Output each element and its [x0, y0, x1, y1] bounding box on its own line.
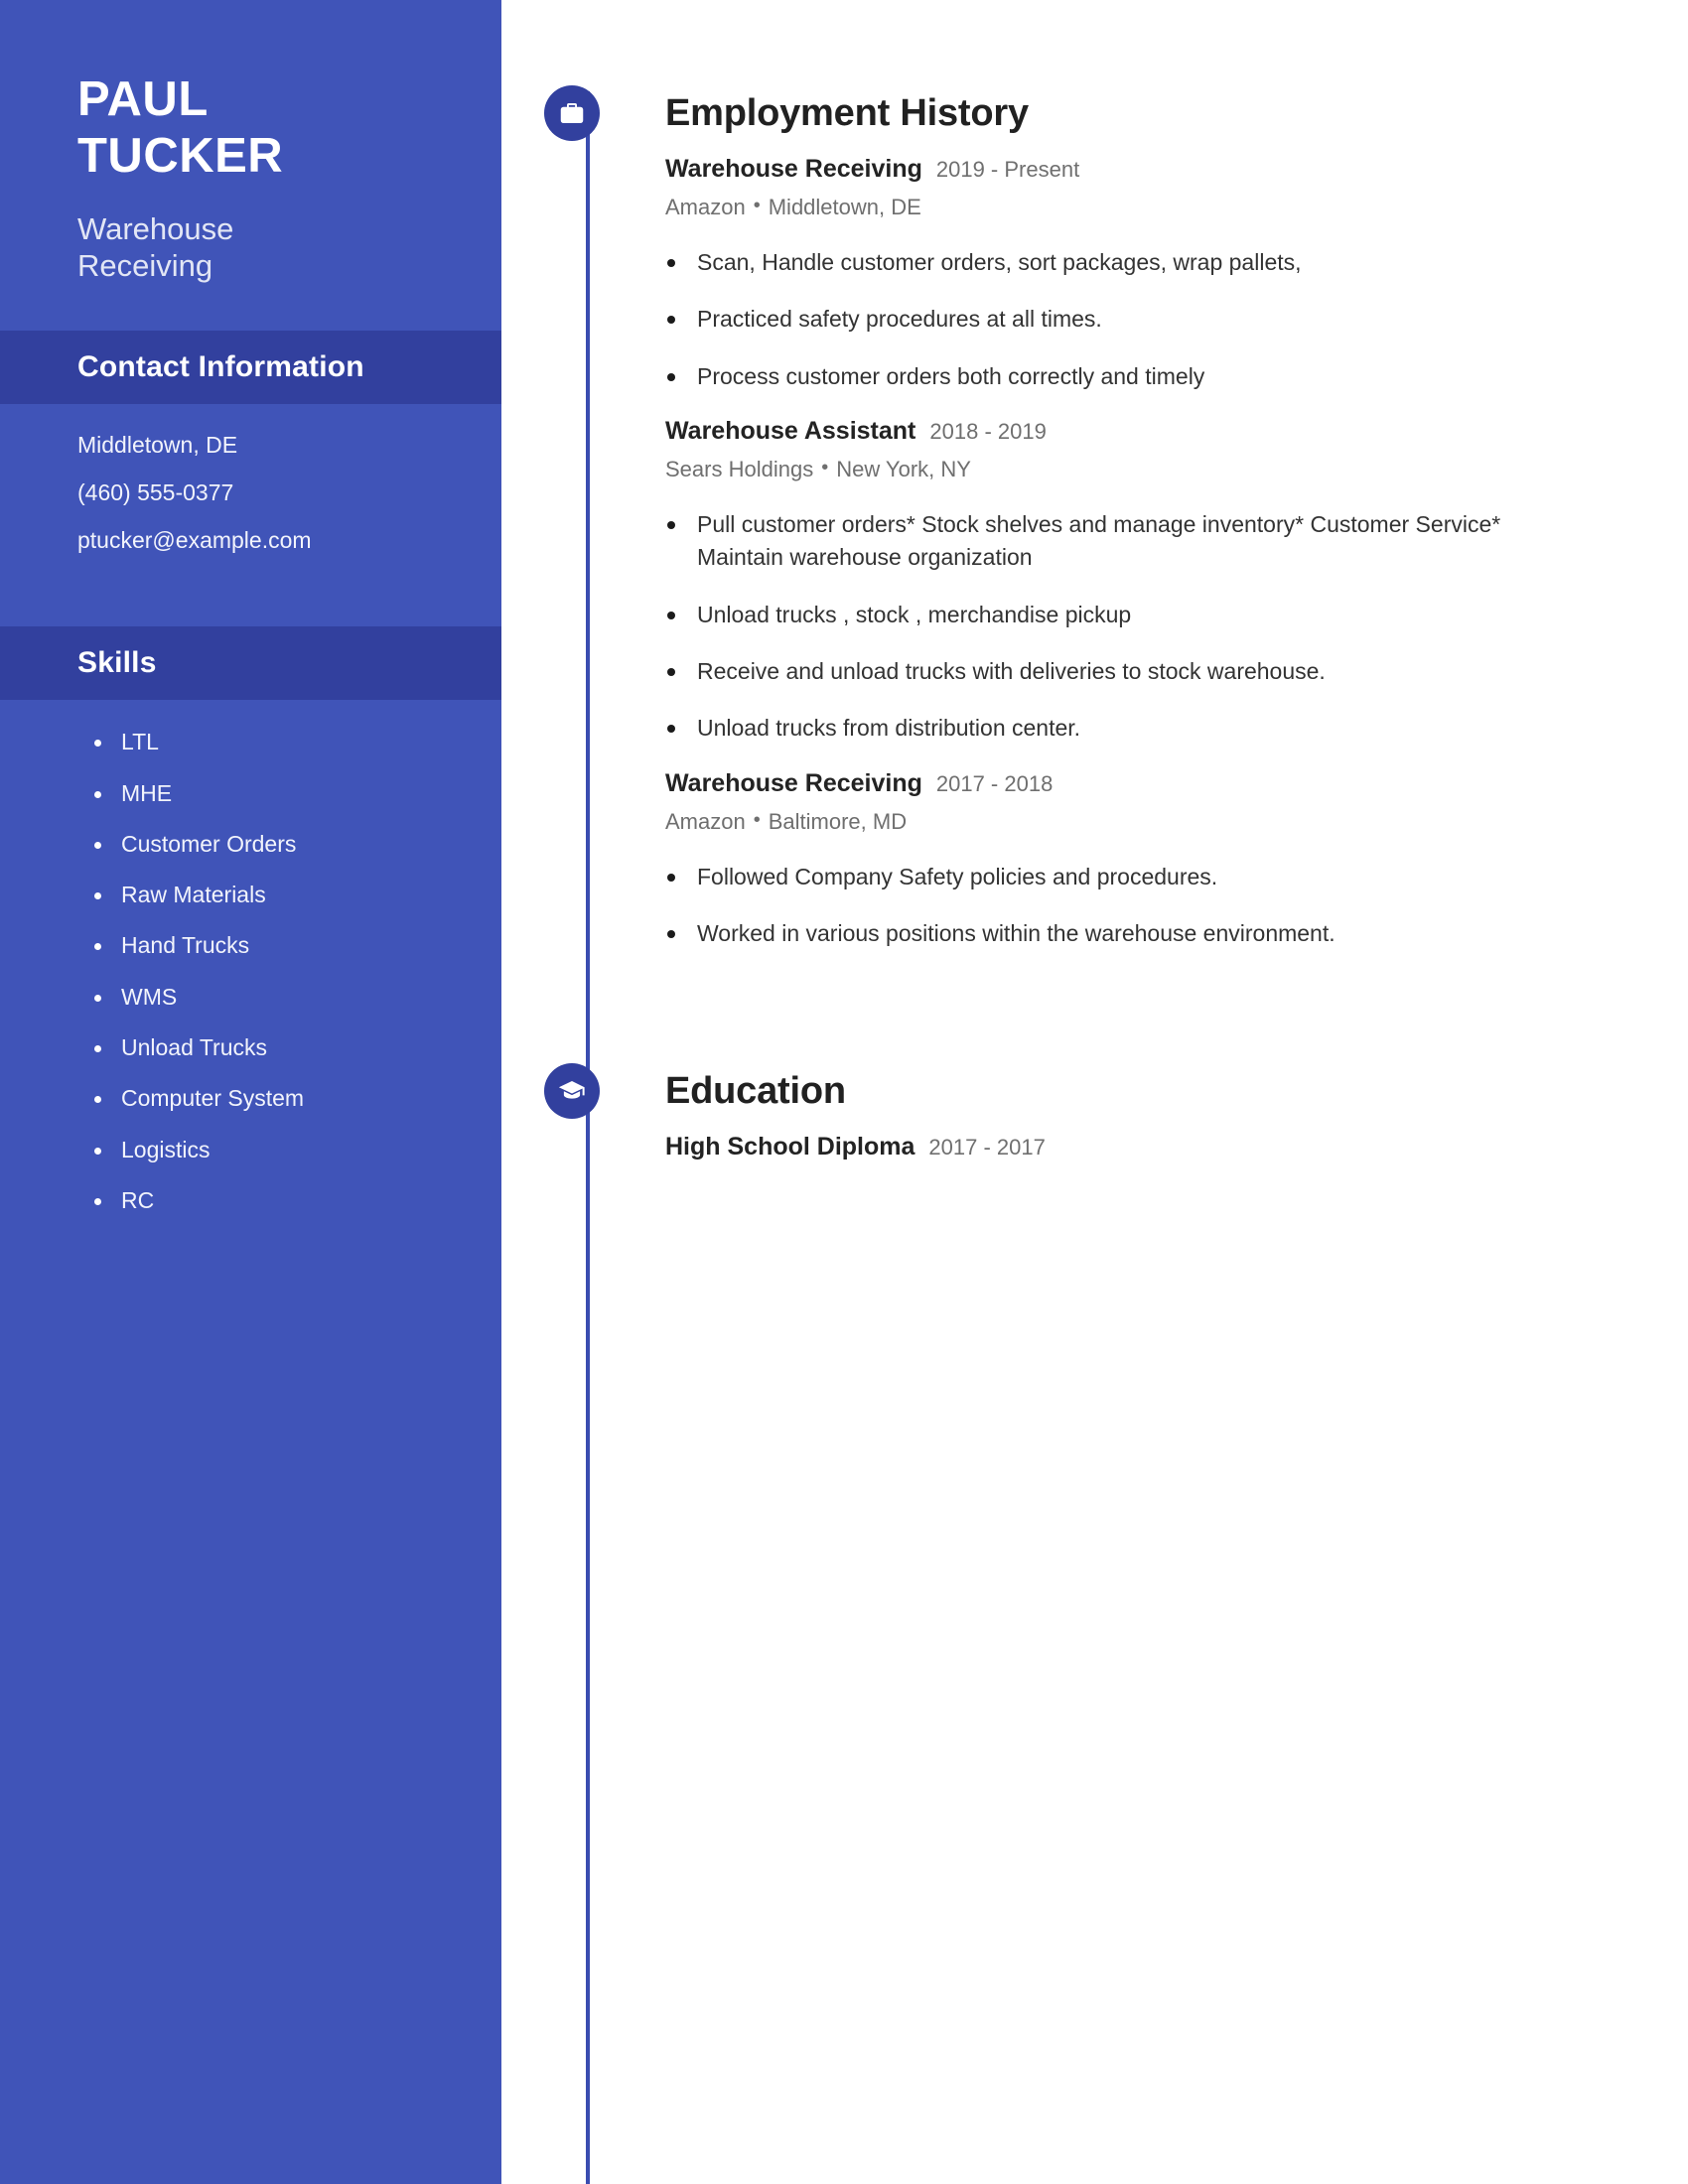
employment-entry: Warehouse Receiving 2019 - Present Amazo…: [665, 155, 1688, 393]
job-role: Warehouse Assistant: [665, 417, 916, 446]
job-dates: 2018 - 2019: [929, 419, 1047, 445]
job-meta: Amazon • Baltimore, MD: [665, 809, 1688, 835]
education-entry: High School Diploma 2017 - 2017: [665, 1133, 1688, 1161]
job-bullet: Receive and unload trucks with deliverie…: [665, 655, 1559, 688]
employment-entry: Warehouse Receiving 2017 - 2018 Amazon • B…: [665, 769, 1688, 951]
job-bullets: Followed Company Safety policies and pro…: [665, 861, 1688, 951]
job-location: Middletown, DE: [768, 195, 921, 219]
skill-item: MHE: [91, 780, 442, 806]
job-role: Warehouse Receiving: [665, 155, 922, 183]
job-bullet: Pull customer orders* Stock shelves and …: [665, 508, 1559, 575]
contact-section-header: Contact Information: [0, 331, 501, 405]
employment-history-section: Employment History Warehouse Receiving 2…: [501, 0, 1688, 950]
job-meta: Sears Holdings • New York, NY: [665, 457, 1688, 482]
skills-list: LTL MHE Customer Orders Raw Materials Ha…: [0, 700, 501, 1213]
skill-item: Raw Materials: [91, 882, 442, 907]
job-bullet: Scan, Handle customer orders, sort packa…: [665, 246, 1559, 279]
job-bullet: Worked in various positions within the w…: [665, 917, 1559, 950]
main-content: Employment History Warehouse Receiving 2…: [501, 0, 1688, 2184]
job-meta: Amazon • Middletown, DE: [665, 195, 1688, 220]
headline-title: Warehouse Receiving: [77, 210, 430, 286]
job-bullets: Scan, Handle customer orders, sort packa…: [665, 246, 1688, 393]
skill-item: Computer System: [91, 1086, 442, 1111]
contact-phone[interactable]: (460) 555-0377: [77, 481, 442, 504]
name-block: PAUL TUCKER Warehouse Receiving: [0, 0, 501, 285]
employment-section-header: Employment History: [544, 77, 1688, 149]
job-bullets: Pull customer orders* Stock shelves and …: [665, 508, 1688, 746]
entry-header: Warehouse Receiving 2019 - Present: [665, 155, 1688, 184]
job-role: Warehouse Receiving: [665, 768, 922, 797]
job-dates: 2017 - 2018: [935, 770, 1054, 796]
headline-line-2: Receiving: [77, 248, 213, 284]
job-company: Amazon: [665, 808, 746, 834]
skills-heading: Skills: [77, 646, 157, 680]
degree-name: High School Diploma: [665, 1133, 915, 1161]
employment-heading: Employment History: [665, 91, 1029, 134]
degree-dates: 2017 - 2017: [928, 1135, 1046, 1160]
contact-location: Middletown, DE: [77, 432, 238, 459]
contact-list: Middletown, DE (460) 555-0377 ptucker@ex…: [0, 404, 501, 591]
graduation-cap-icon: [544, 1063, 600, 1120]
skill-item: Unload Trucks: [91, 1034, 442, 1060]
skills-section-header: Skills: [0, 626, 501, 701]
entry-header: Warehouse Receiving 2017 - 2018: [665, 769, 1688, 798]
briefcase-icon: [544, 85, 600, 141]
headline-line-1: Warehouse: [77, 210, 234, 246]
contact-email[interactable]: ptucker@example.com: [77, 529, 442, 552]
entry-header: Warehouse Assistant 2018 - 2019: [665, 417, 1688, 446]
skill-item: RC: [91, 1187, 442, 1213]
skill-item: Customer Orders: [91, 831, 442, 857]
job-bullet: Process customer orders both correctly a…: [665, 360, 1559, 393]
education-heading: Education: [665, 1069, 846, 1112]
first-name: PAUL: [77, 72, 209, 126]
last-name: TUCKER: [77, 128, 284, 183]
job-bullet: Unload trucks , stock , merchandise pick…: [665, 599, 1559, 631]
education-section: Education High School Diploma 2017 - 201…: [501, 974, 1688, 1161]
sidebar: PAUL TUCKER Warehouse Receiving Contact …: [0, 0, 501, 2184]
job-bullet: Followed Company Safety policies and pro…: [665, 861, 1559, 893]
job-company: Sears Holdings: [665, 457, 814, 482]
skill-item: LTL: [91, 729, 442, 754]
skill-item: WMS: [91, 984, 442, 1010]
skill-item: Logistics: [91, 1137, 442, 1162]
job-bullet: Practiced safety procedures at all times…: [665, 303, 1559, 336]
education-section-header: Education: [544, 1055, 1688, 1127]
skill-item: Hand Trucks: [91, 933, 442, 958]
employment-entry: Warehouse Assistant 2018 - 2019 Sears Ho…: [665, 417, 1688, 746]
job-location: Baltimore, MD: [768, 808, 908, 834]
separator-dot: •: [753, 808, 761, 831]
job-bullet: Unload trucks from distribution center.: [665, 712, 1559, 745]
separator-dot: •: [753, 195, 761, 216]
job-company: Amazon: [665, 195, 746, 219]
separator-dot: •: [821, 457, 829, 479]
entry-header: High School Diploma 2017 - 2017: [665, 1133, 1688, 1161]
job-dates: 2019 - Present: [935, 157, 1080, 182]
job-location: New York, NY: [836, 457, 971, 482]
resume-page: PAUL TUCKER Warehouse Receiving Contact …: [0, 0, 1688, 2184]
contact-heading: Contact Information: [77, 350, 364, 384]
